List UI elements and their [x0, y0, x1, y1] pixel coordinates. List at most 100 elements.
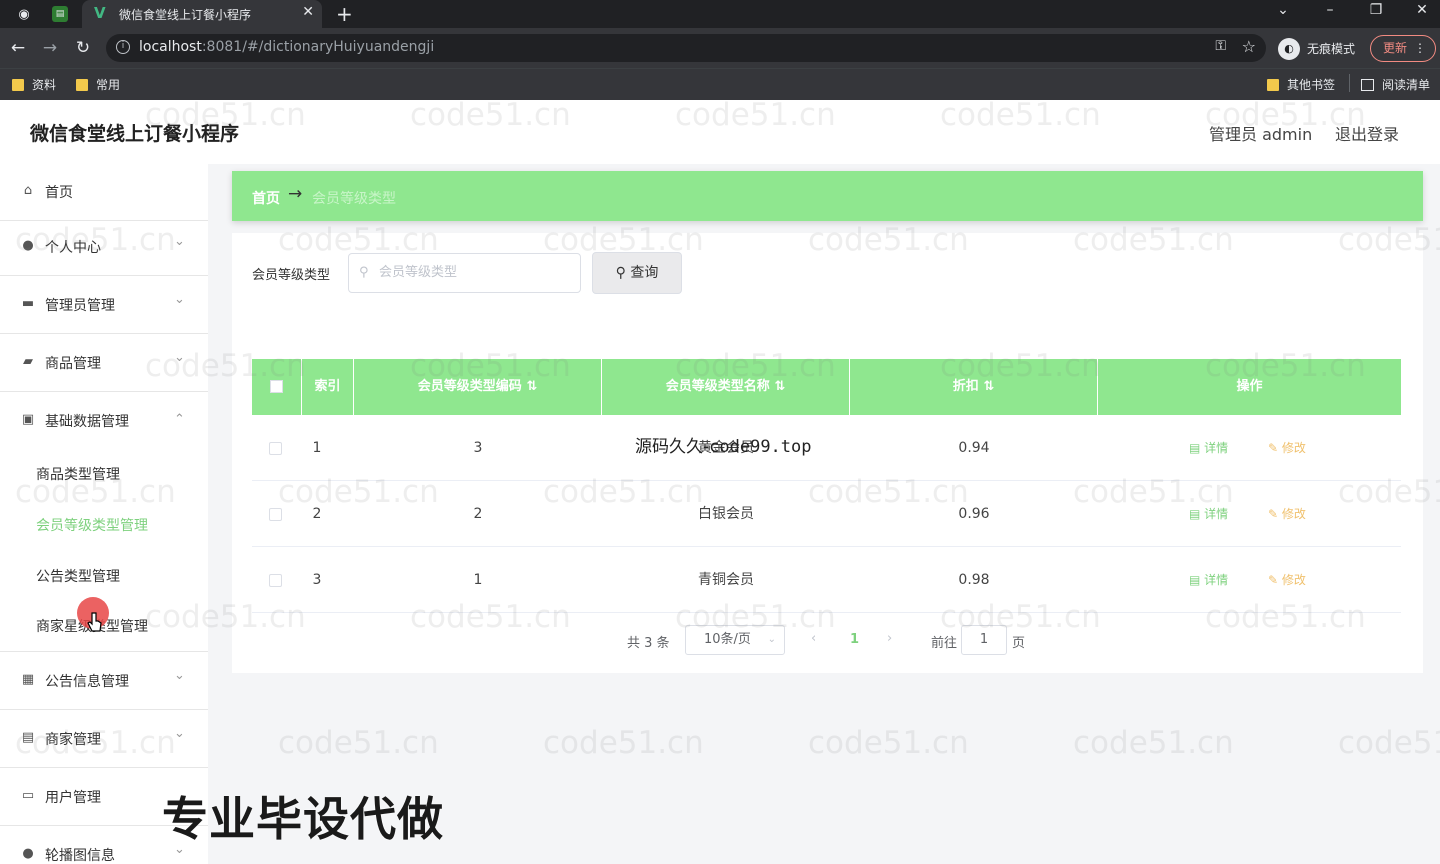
info-icon[interactable]: i [116, 40, 130, 54]
detail-button[interactable]: ▤ 详情 [1189, 481, 1228, 547]
bookmark-folder-2[interactable]: 常用 [76, 76, 120, 93]
star-icon[interactable]: ☆ [1242, 37, 1256, 56]
address-bar[interactable]: i localhost:8081/#/dictionaryHuiyuandeng… [106, 34, 1266, 62]
sidebar-item-goods[interactable]: ▰ 商品管理 ⌄ [0, 335, 208, 392]
folder-icon [1267, 78, 1279, 91]
edit-icon: ✎ [1268, 573, 1282, 587]
chevron-down-icon: ⌄ [174, 292, 185, 307]
pagination-total: 共 3 条 [627, 636, 670, 651]
user-label: 管理员 admin [1209, 125, 1313, 144]
new-tab-icon[interactable]: + [336, 2, 353, 26]
page-unit-label: 页 [1012, 636, 1026, 651]
bookmark-divider [1349, 74, 1350, 92]
col-code[interactable]: 会员等级类型编码 ⇅ [354, 359, 602, 415]
document-icon: ▤ [1189, 573, 1205, 587]
sidebar-item-label: 用户管理 [45, 790, 101, 806]
search-input[interactable]: ⚲ 会员等级类型 [348, 253, 581, 293]
logout-link[interactable]: 退出登录 [1335, 121, 1399, 145]
chevron-down-icon: ⌄ [174, 350, 185, 365]
sidebar-item-notices[interactable]: ▦ 公告信息管理 ⌄ [0, 653, 208, 710]
window-close-icon[interactable]: ✕ [1407, 2, 1437, 18]
sidebar-item-label: 首页 [45, 185, 73, 201]
bookmark-folder-1[interactable]: 资料 [12, 76, 56, 93]
menu-icon[interactable]: ⋮ [1414, 36, 1426, 61]
edit-button[interactable]: ✎ 修改 [1268, 415, 1306, 481]
back-icon[interactable]: ← [6, 36, 30, 60]
reading-list[interactable]: 阅读清单 [1361, 76, 1430, 93]
edit-button[interactable]: ✎ 修改 [1268, 547, 1306, 613]
sidebar-item-home[interactable]: ⌂ 首页 [0, 164, 208, 221]
sub-item-notice-type[interactable]: 公告类型管理 [36, 566, 120, 586]
col-index[interactable]: 索引 [302, 359, 354, 415]
row-checkbox[interactable] [269, 574, 282, 587]
detail-button[interactable]: ▤ 详情 [1189, 415, 1228, 481]
admin-icon: ▬ [21, 296, 35, 311]
sort-icon: ⇅ [526, 379, 538, 394]
breadcrumb: 首页 → 会员等级类型 [232, 171, 1423, 221]
sidebar-item-merchants[interactable]: ▤ 商家管理 ⌄ [0, 711, 208, 768]
cell-index: 2 [312, 506, 322, 522]
sidebar-item-label: 公告信息管理 [45, 674, 129, 690]
user-icon: ● [22, 846, 34, 861]
breadcrumb-home[interactable]: 首页 [252, 188, 280, 208]
reading-list-icon [1361, 78, 1374, 91]
data-icon: ▣ [21, 412, 35, 427]
page-size-select[interactable]: 10条/页 ⌄ [685, 625, 785, 655]
col-name[interactable]: 会员等级类型名称 ⇅ [602, 359, 850, 415]
query-button[interactable]: ⚲ 查询 [592, 252, 682, 294]
next-page-icon[interactable]: › [887, 631, 892, 646]
table-row: 2 2 白银会员 0.96 ▤ 详情 ✎ 修改 [252, 481, 1401, 547]
goto-label: 前往 [931, 636, 958, 651]
arrow-right-icon: → [288, 184, 303, 204]
row-checkbox[interactable] [269, 442, 282, 455]
col-actions: 操作 [1236, 379, 1263, 394]
globe-icon[interactable]: ◉ [14, 4, 34, 24]
incognito-label: 无痕模式 [1307, 42, 1356, 56]
forward-icon[interactable]: → [38, 36, 62, 60]
sidebar-item-label: 管理员管理 [45, 298, 115, 314]
other-bookmarks[interactable]: 其他书签 [1267, 76, 1335, 93]
page-number[interactable]: 1 [850, 632, 859, 647]
col-discount[interactable]: 折扣 ⇅ [850, 359, 1098, 415]
incognito-icon[interactable]: ◐ [1278, 38, 1300, 60]
hand-cursor-icon [87, 612, 102, 632]
reload-icon[interactable]: ↻ [71, 36, 95, 60]
sidebar-item-profile[interactable]: ● 个人中心 ⌄ [0, 219, 208, 276]
update-button[interactable]: 更新 ⋮ [1370, 35, 1436, 62]
cell-discount: 0.96 [958, 506, 990, 522]
search-label: 会员等级类型 [252, 268, 331, 283]
document-icon: ▤ [1189, 507, 1205, 521]
promo-caption: 专业毕设代做 [162, 792, 444, 846]
close-icon[interactable]: ✕ [302, 4, 314, 20]
search-icon: ⚲ [615, 265, 631, 281]
edit-button[interactable]: ✎ 修改 [1268, 481, 1306, 547]
goto-page-input[interactable]: 1 [961, 625, 1007, 655]
breadcrumb-current: 会员等级类型 [312, 191, 396, 207]
vue-icon: V [94, 4, 106, 22]
sidebar-divider [0, 651, 208, 652]
sidebar-item-admins[interactable]: ▬ 管理员管理 ⌄ [0, 277, 208, 334]
search-placeholder: 会员等级类型 [379, 265, 458, 280]
cell-code: 2 [473, 506, 483, 522]
table-row: 1 3 黄金会员 0.94 ▤ 详情 ✎ 修改 [252, 415, 1401, 481]
detail-button[interactable]: ▤ 详情 [1189, 547, 1228, 613]
cell-index: 3 [312, 572, 322, 588]
url-text[interactable]: localhost:8081/#/dictionaryHuiyuandengji [139, 39, 434, 55]
active-tab[interactable]: V 微信食堂线上订餐小程序 ✕ [82, 0, 322, 28]
select-all-checkbox[interactable] [252, 359, 302, 415]
user-icon: ● [22, 238, 34, 253]
browser-tabstrip: ◉ ▤ V 微信食堂线上订餐小程序 ✕ + ⌄ – ❐ ✕ [0, 0, 1440, 28]
cell-name: 白银会员 [698, 506, 754, 522]
sub-item-member-level-type[interactable]: 会员等级类型管理 [36, 515, 148, 535]
sub-item-goods-type[interactable]: 商品类型管理 [36, 464, 120, 484]
restore-icon[interactable]: ❐ [1361, 2, 1391, 18]
sidebar-item-base-data[interactable]: ▣ 基础数据管理 ⌃ [0, 393, 208, 450]
minimize-icon[interactable]: – [1315, 2, 1345, 18]
row-checkbox[interactable] [269, 508, 282, 521]
app-tab-icon[interactable]: ▤ [52, 6, 68, 22]
tab-search-chevron-icon[interactable]: ⌄ [1268, 2, 1298, 18]
bookmarks-bar: 资料 常用 其他书签 阅读清单 [0, 68, 1440, 100]
key-icon[interactable]: ⚿ [1215, 38, 1226, 54]
prev-page-icon[interactable]: ‹ [811, 631, 816, 646]
sidebar-item-label: 轮播图信息 [45, 848, 115, 864]
